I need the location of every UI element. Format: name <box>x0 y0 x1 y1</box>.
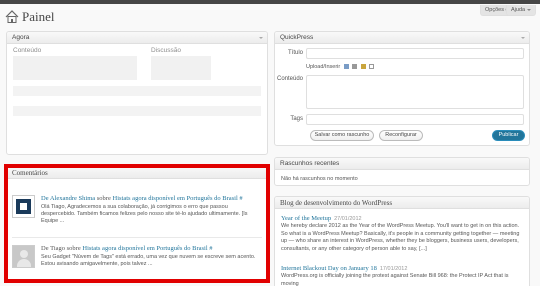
blog-title: Blog de desenvolvimento do WordPress <box>280 199 393 207</box>
blog-post-date: 17/01/2012 <box>379 266 408 272</box>
blog-post-link[interactable]: Year of the Meetup <box>281 215 331 222</box>
content-label: Conteúdo <box>277 76 304 82</box>
blog-post-excerpt: We hereby declare 2012 as the Year of th… <box>281 223 520 252</box>
home-icon <box>5 10 19 23</box>
toggle-arrow-icon[interactable] <box>259 37 263 39</box>
quickpress-header[interactable]: QuickPress <box>275 32 529 44</box>
blog-post-link[interactable]: Internet Blackout Day on January 18 <box>281 265 377 272</box>
chevron-down-icon <box>527 8 532 11</box>
media-icon[interactable] <box>369 64 375 70</box>
blog-post-date: 27/01/2012 <box>334 216 362 222</box>
blog-header[interactable]: Blog de desenvolvimento do WordPress <box>275 197 529 209</box>
quickpress-widget: QuickPress Título Upload/Inserir Conteúd… <box>274 31 530 146</box>
video-icon[interactable] <box>352 64 358 70</box>
title-label: Título <box>287 50 303 56</box>
drafts-title: Rascunhos recentes <box>280 160 340 167</box>
upload-insert: Upload/Inserir <box>306 64 375 70</box>
agora-widget: Agora Conteúdo Discussão <box>6 31 268 155</box>
drafts-header[interactable]: Rascunhos recentes <box>275 158 529 170</box>
tags-input[interactable] <box>306 114 524 125</box>
upload-label: Upload/Inserir <box>306 64 341 70</box>
highlight-frame <box>4 164 270 283</box>
toggle-arrow-icon[interactable] <box>521 37 525 39</box>
agora-discussion-placeholder <box>151 56 211 80</box>
audio-icon[interactable] <box>360 64 366 70</box>
quickpress-title: QuickPress <box>280 34 314 41</box>
page-title: Painel <box>22 9 55 24</box>
help-tab[interactable]: Ajuda <box>506 5 537 16</box>
admin-bar <box>0 0 540 4</box>
agora-row-placeholder <box>13 106 261 116</box>
dev-blog-widget: Blog de desenvolvimento do WordPress Yea… <box>274 196 530 286</box>
recent-drafts-widget: Rascunhos recentes Não há rascunhos no m… <box>274 157 530 186</box>
agora-title: Agora <box>12 34 30 41</box>
publish-button[interactable]: Publicar <box>492 130 525 141</box>
reset-button[interactable]: Reconfigurar <box>379 130 423 141</box>
blog-item: Year of the Meetup 27/01/2012 We hereby d… <box>281 215 525 253</box>
save-draft-button[interactable]: Salvar como rascunho <box>310 130 374 141</box>
agora-content-placeholder <box>13 56 137 80</box>
blog-item: Internet Blackout Day on January 18 17/01… <box>281 265 525 286</box>
tags-label: Tags <box>290 116 303 122</box>
content-textarea[interactable] <box>306 75 524 109</box>
agora-header[interactable]: Agora <box>7 32 267 44</box>
agora-discussion-heading: Discussão <box>151 47 181 54</box>
blog-post-excerpt: WordPress.org is officially joining the … <box>281 273 509 286</box>
drafts-empty-text: Não há rascunhos no momento <box>281 176 358 182</box>
agora-content-heading: Conteúdo <box>13 47 42 54</box>
agora-row-placeholder <box>13 86 261 96</box>
title-input[interactable] <box>306 48 524 59</box>
image-icon[interactable] <box>343 64 349 70</box>
help-label: Ajuda <box>511 7 526 13</box>
